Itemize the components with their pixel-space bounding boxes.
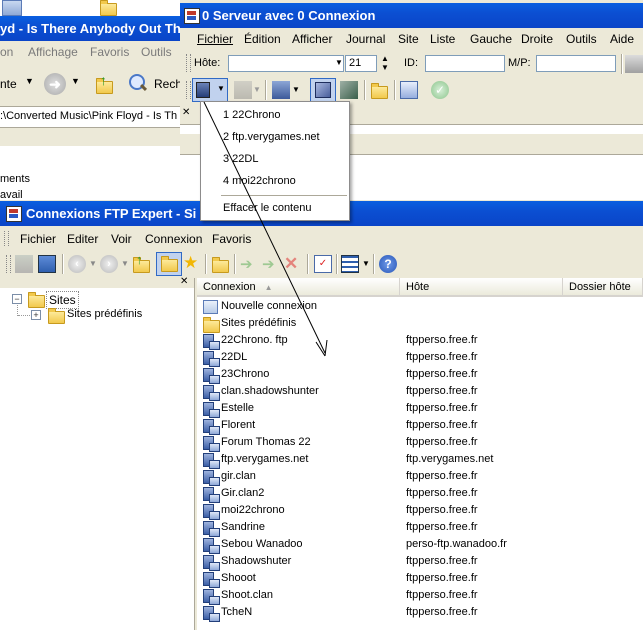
annotation-arrow: [203, 101, 328, 357]
